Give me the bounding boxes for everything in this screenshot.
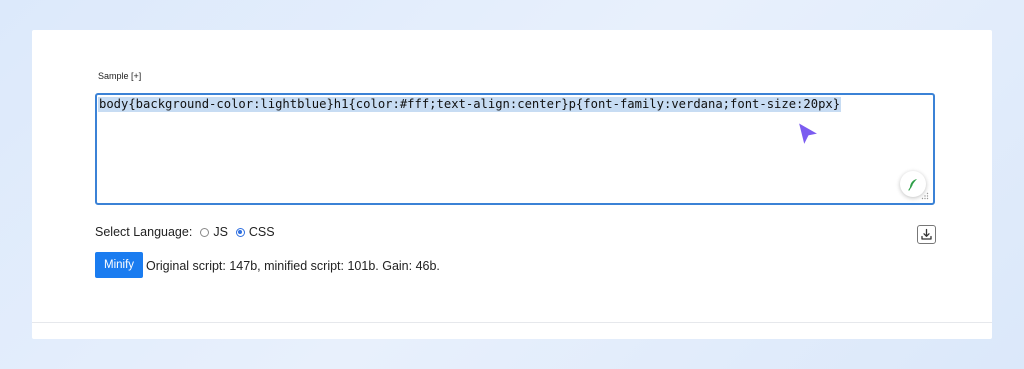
minify-button[interactable]: Minify [95,252,143,278]
radio-css-label[interactable]: CSS [249,225,275,239]
download-button[interactable] [917,225,936,244]
minifier-panel: Sample [+] body{background-color:lightbl… [32,30,992,339]
feather-icon [908,179,917,191]
editor-code-text: body{background-color:lightblue}h1{color… [98,97,842,112]
radio-js[interactable] [200,227,210,237]
sample-toggle-label[interactable]: Sample [+] [98,71,141,81]
mouse-cursor-icon [797,121,820,147]
language-label: Select Language: [95,225,193,239]
minify-result: Original script: 147b, minified script: … [146,259,440,273]
radio-css[interactable] [235,227,245,237]
divider [32,322,992,323]
radio-js-label[interactable]: JS [213,225,228,239]
language-selector: Select Language: JS CSS [95,225,275,239]
resize-grip-icon[interactable] [921,192,929,200]
download-icon [921,228,932,240]
